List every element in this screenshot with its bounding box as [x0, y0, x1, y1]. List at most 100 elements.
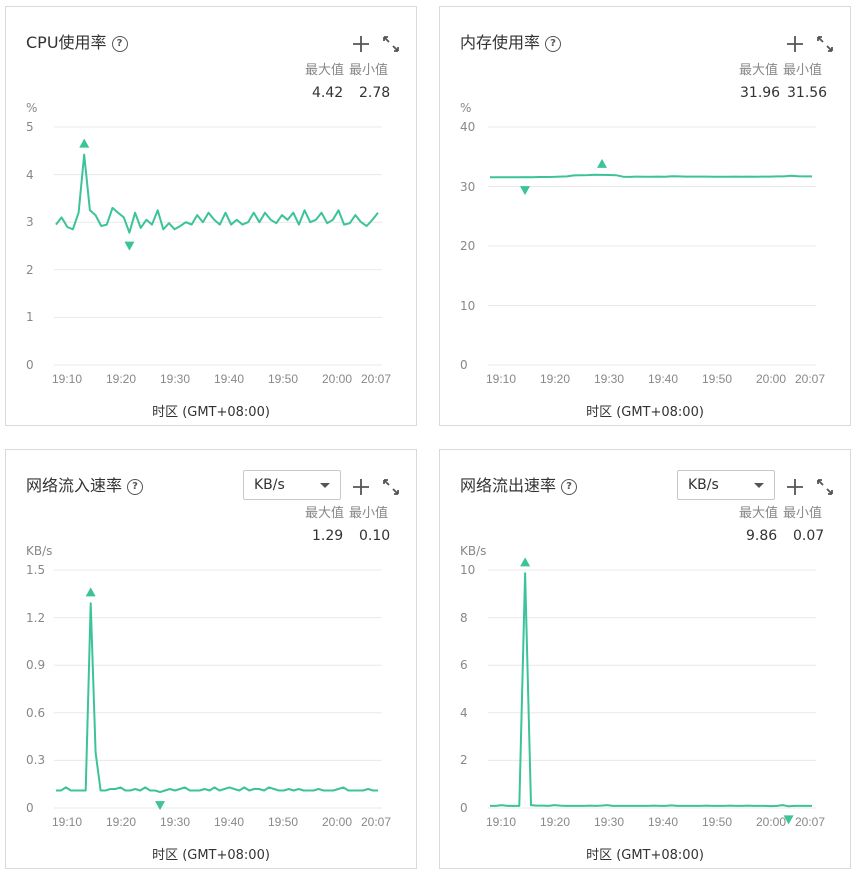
- y-tick-label: 10: [460, 563, 476, 577]
- unit-select[interactable]: KB/s: [677, 470, 775, 500]
- stats-header: 最大值 最小值: [305, 502, 393, 521]
- x-tick-label: 19:40: [214, 815, 244, 829]
- cpu-line-chart: 19:10 19:20 19:30 19:40 19:50 20:00 20:07: [52, 126, 391, 386]
- unit-select-value: KB/s: [254, 477, 285, 493]
- series-line: [490, 572, 812, 808]
- series-line: [56, 602, 378, 794]
- min-value: 0.10: [359, 528, 391, 544]
- network-in-panel: 网络流入速率? KB/s 最大值 最小值 1.29 0.10 KB/s 1.5 1.…: [5, 449, 417, 869]
- y-tick-label: 0: [460, 358, 468, 372]
- y-tick-label: 5: [26, 120, 34, 134]
- x-tick-label: 19:30: [594, 815, 624, 829]
- y-tick-label: 2: [460, 753, 468, 768]
- max-label: 最大值: [305, 63, 345, 78]
- timezone-label: 时区 (GMT+08:00): [586, 405, 704, 420]
- y-tick-label: 0: [460, 801, 468, 815]
- help-icon[interactable]: ?: [111, 36, 128, 52]
- x-tick-label: 20:00: [756, 372, 786, 386]
- x-tick-label: 19:10: [52, 815, 82, 829]
- y-tick-label: 1.2: [26, 610, 46, 625]
- min-label: 最小值: [349, 63, 389, 78]
- expand-icon[interactable]: [382, 35, 400, 53]
- max-marker: [597, 158, 607, 168]
- network-out-panel: 网络流出速率? KB/s 最大值 最小值 9.86 0.07 KB/s 10 8 6 4…: [439, 449, 851, 869]
- x-tick-label: 20:00: [322, 372, 352, 386]
- x-tick-label: 19:40: [648, 372, 678, 386]
- y-tick-label: 0.6: [26, 705, 46, 720]
- min-value: 31.56: [787, 85, 828, 101]
- max-marker: [520, 557, 531, 567]
- x-tick-label: 20:07: [795, 815, 825, 829]
- timezone-label: 时区 (GMT+08:00): [152, 848, 270, 863]
- expand-icon[interactable]: [816, 35, 834, 53]
- y-tick-label: 4: [26, 167, 34, 182]
- y-tick-label: 30: [460, 179, 476, 194]
- add-icon[interactable]: [352, 35, 370, 53]
- x-tick-label: 20:00: [756, 815, 786, 829]
- max-value: 31.96: [740, 85, 781, 101]
- x-tick-label: 19:10: [52, 372, 82, 386]
- min-value: 2.78: [359, 85, 391, 101]
- y-tick-label: 3: [26, 215, 34, 230]
- x-tick-label: 19:30: [160, 815, 190, 829]
- x-tick-label: 20:00: [322, 815, 352, 829]
- min-label: 最小值: [349, 506, 389, 521]
- x-tick-label: 19:50: [268, 372, 298, 386]
- y-tick-label: 1: [26, 310, 34, 325]
- cpu-usage-panel: CPU使用率? 最大值 最小值 4.42 2.78 % 543210 19:10 1…: [5, 6, 417, 426]
- min-value: 0.07: [793, 528, 825, 544]
- series-line: [55, 153, 379, 234]
- network-in-line-chart: 19:10 19:20 19:30 19:40 19:50 20:00 20:07: [52, 569, 391, 829]
- x-tick-label: 19:50: [268, 815, 298, 829]
- x-tick-label: 19:50: [702, 815, 732, 829]
- y-tick-label: 20: [460, 239, 476, 253]
- expand-icon[interactable]: [816, 478, 834, 496]
- x-tick-label: 19:10: [486, 815, 516, 829]
- help-icon[interactable]: ?: [561, 479, 578, 495]
- add-icon[interactable]: [786, 35, 804, 53]
- x-tick-label: 19:30: [594, 372, 624, 386]
- expand-icon[interactable]: [382, 478, 400, 496]
- max-marker: [85, 587, 96, 597]
- x-tick-label: 19:20: [540, 815, 570, 829]
- x-tick-label: 20:07: [795, 372, 825, 386]
- network-out-line-chart: 19:10 19:20 19:30 19:40 19:50 20:00 20:07: [486, 557, 825, 829]
- x-tick-label: 19:20: [540, 372, 570, 386]
- x-tick-label: 19:20: [106, 372, 136, 386]
- timezone-label: 时区 (GMT+08:00): [586, 848, 704, 863]
- max-value: 4.42: [312, 85, 344, 101]
- x-tick-label: 19:20: [106, 815, 136, 829]
- y-tick-label: 40: [460, 120, 476, 134]
- max-label: 最大值: [739, 506, 779, 521]
- y-tick-label: 0: [26, 801, 34, 815]
- y-tick-label: 0: [26, 358, 34, 372]
- help-icon[interactable]: ?: [127, 479, 144, 495]
- help-icon[interactable]: ?: [545, 36, 562, 52]
- stats-header: 最大值 最小值: [305, 59, 393, 78]
- max-value: 1.29: [312, 528, 344, 544]
- min-marker: [155, 801, 166, 811]
- add-icon[interactable]: [352, 478, 370, 496]
- caret-down-icon: [754, 483, 764, 488]
- memory-usage-panel: 内存使用率? 最大值 最小值 31.96 31.56 % 40 30 20 10 0 19…: [439, 6, 851, 426]
- y-tick-label: 2: [26, 262, 34, 277]
- max-value: 9.86: [746, 528, 778, 544]
- x-tick-label: 20:07: [361, 815, 391, 829]
- add-icon[interactable]: [786, 478, 804, 496]
- y-tick-label: 4: [460, 705, 468, 720]
- max-label: 最大值: [739, 63, 779, 78]
- y-tick-label: 0.3: [26, 753, 46, 768]
- caret-down-icon: [320, 483, 330, 488]
- min-marker: [124, 241, 135, 251]
- memory-line-chart: 19:10 19:20 19:30 19:40 19:50 20:00 20:07: [486, 126, 825, 386]
- y-tick-label: 0.9: [26, 658, 46, 673]
- max-label: 最大值: [305, 506, 345, 521]
- y-tick-label: 8: [460, 610, 468, 625]
- stats-header: 最大值 最小值: [739, 502, 827, 521]
- x-tick-label: 19:30: [160, 372, 190, 386]
- y-tick-label: 1.5: [26, 563, 46, 577]
- unit-select[interactable]: KB/s: [243, 470, 341, 500]
- x-tick-label: 19:50: [702, 372, 732, 386]
- min-label: 最小值: [783, 63, 823, 78]
- series-line: [490, 173, 812, 179]
